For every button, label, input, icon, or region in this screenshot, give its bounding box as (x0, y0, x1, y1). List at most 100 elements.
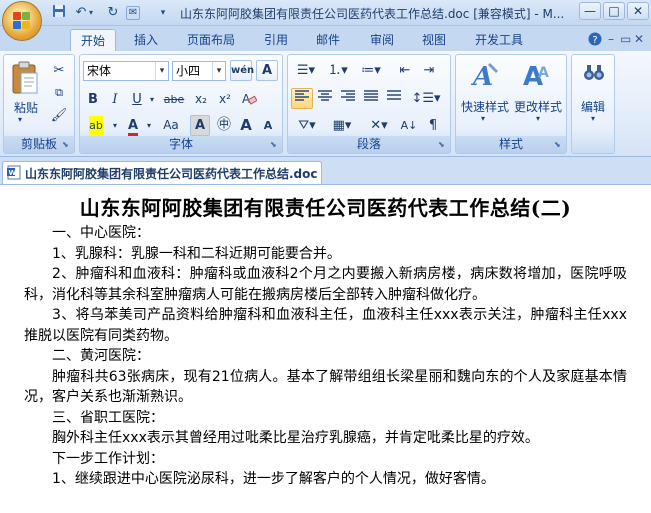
paragraph: 3、将乌苯美司产品资料给肿瘤科和血液科主任，血液科主任xxx表示关注，肿瘤科主任… (24, 307, 627, 344)
ribbon: 粘贴 ▾ ✂ ⧉ 🖌 剪贴板 ⬊ 宋体 ▾ 小四 ▾ wén A B I U ▾… (0, 51, 651, 157)
grow-font-button[interactable]: A (236, 115, 256, 136)
align-center-button[interactable] (314, 88, 336, 109)
mail-icon[interactable]: ✉ (126, 6, 140, 20)
decrease-indent-icon[interactable]: ⇤ (394, 60, 416, 81)
chinese-layout-icon[interactable]: ✕▾ (364, 115, 394, 136)
editing-group: 编辑 ▾ (571, 54, 615, 154)
font-launcher-icon[interactable]: ⬊ (270, 140, 280, 150)
numbering-icon[interactable]: ⒈▾ (323, 60, 353, 81)
paragraph: 2、肿瘤科和血液科：肿瘤科或血液科2个月之内要搬入新病房楼，病床数将增加，医院呼… (24, 266, 627, 303)
character-shading-button[interactable]: A (190, 115, 210, 136)
paste-dropdown-icon[interactable]: ▾ (18, 115, 22, 124)
ribbon-close-icon[interactable]: ✕ (634, 32, 644, 46)
tab-home[interactable]: 开始 (70, 29, 116, 51)
office-button[interactable] (2, 1, 42, 41)
paragraph: 三、省职工医院： (52, 409, 164, 426)
paragraph: 下一步工作计划： (52, 450, 164, 467)
tab-review[interactable]: 审阅 (362, 29, 402, 51)
paragraph: 二、黄河医院： (52, 348, 150, 364)
paste-label[interactable]: 粘贴 (14, 99, 38, 116)
paragraph: 肿瘤科共63张病床，现有21位病人。基本了解带组组长梁星丽和魏向东的个人及家庭基… (24, 368, 627, 406)
clipboard-group: 粘贴 ▾ ✂ ⧉ 🖌 剪贴板 ⬊ (3, 54, 75, 154)
subscript-button[interactable]: x₂ (190, 89, 212, 110)
ribbon-minimize-icon[interactable]: – (608, 32, 614, 46)
clear-formatting-icon[interactable]: A (238, 89, 260, 110)
change-styles-label[interactable]: 更改样式 (514, 98, 562, 115)
close-button[interactable]: ✕ (627, 2, 649, 20)
strikethrough-button[interactable]: abe (160, 89, 188, 110)
quick-styles-label[interactable]: 快速样式 (461, 98, 509, 115)
svg-text:W: W (9, 169, 17, 177)
maximize-button[interactable]: □ (603, 2, 625, 20)
change-case-button[interactable]: Aa (156, 115, 186, 136)
paste-icon[interactable] (10, 61, 40, 95)
chevron-down-icon[interactable]: ▾ (212, 62, 225, 80)
help-icon[interactable]: ? (588, 32, 602, 49)
styles-launcher-icon[interactable]: ⬊ (554, 140, 564, 150)
font-size-combo[interactable]: 小四 ▾ (172, 61, 226, 81)
line-spacing-icon[interactable]: ↕☰▾ (410, 88, 442, 109)
character-border-icon[interactable]: A (256, 60, 278, 81)
font-color-icon[interactable]: A (122, 115, 144, 136)
font-group: 宋体 ▾ 小四 ▾ wén A B I U ▾ abe x₂ x² A ab ▾… (79, 54, 283, 154)
window-title: 山东东阿阿胶集团有限责任公司医药代表工作总结.doc [兼容模式] - M... (180, 7, 565, 21)
font-name-value: 宋体 (87, 64, 112, 78)
highlight-color-icon[interactable]: ab (83, 115, 109, 138)
editing-label[interactable]: 编辑 (581, 98, 605, 115)
document-page[interactable]: 山东东阿阿胶集团有限责任公司医药代表工作总结(二) 一、中心医院： 1、乳腺科：… (0, 185, 651, 513)
svg-text:A: A (538, 65, 549, 81)
redo-icon[interactable]: ↻ (104, 4, 122, 22)
chevron-down-icon[interactable]: ▾ (144, 115, 154, 136)
increase-indent-icon[interactable]: ⇥ (418, 60, 440, 81)
multilevel-list-icon[interactable]: ≔▾ (355, 60, 387, 81)
paragraph: 一、中心医院： (52, 225, 150, 241)
enclose-characters-icon[interactable]: ㊥ (214, 115, 234, 136)
ribbon-tabs: 开始 插入 页面布局 引用 邮件 审阅 视图 开发工具 ? – ▭ ✕ (0, 26, 651, 51)
tab-insert[interactable]: 插入 (124, 29, 168, 51)
undo-dropdown-icon[interactable]: ▾ (86, 4, 96, 22)
chevron-down-icon[interactable]: ▾ (155, 62, 168, 80)
sort-icon[interactable]: A↓ (398, 115, 420, 136)
ribbon-restore-icon[interactable]: ▭ (620, 32, 631, 46)
word-document-icon: W (7, 165, 22, 180)
quick-styles-icon[interactable]: A (470, 59, 502, 92)
borders-icon[interactable]: ▦▾ (326, 115, 358, 136)
tab-mailings[interactable]: 邮件 (308, 29, 348, 51)
bullets-icon[interactable]: ☰▾ (291, 60, 321, 81)
chevron-down-icon[interactable]: ▾ (591, 114, 595, 123)
change-styles-icon[interactable]: AA (522, 59, 554, 92)
align-right-button[interactable] (337, 88, 359, 109)
document-tab[interactable]: W 山东东阿阿胶集团有限责任公司医药代表工作总结.doc (2, 161, 322, 184)
save-icon[interactable] (50, 4, 68, 22)
tab-view[interactable]: 视图 (414, 29, 454, 51)
paragraph: 胸外科主任xxx表示其曾经用过吡柔比星治疗乳腺癌，并肯定吡柔比星的疗效。 (52, 430, 539, 446)
tab-page-layout[interactable]: 页面布局 (180, 29, 242, 51)
cut-icon[interactable]: ✂ (48, 60, 70, 81)
tab-developer[interactable]: 开发工具 (466, 29, 532, 51)
chevron-down-icon[interactable]: ▾ (536, 114, 540, 123)
font-name-combo[interactable]: 宋体 ▾ (83, 61, 169, 81)
superscript-button[interactable]: x² (214, 89, 236, 110)
underline-button[interactable]: U (127, 89, 147, 110)
shrink-font-button[interactable]: A (258, 115, 278, 136)
minimize-button[interactable]: — (579, 2, 601, 20)
copy-icon[interactable]: ⧉ (48, 82, 70, 103)
italic-button[interactable]: I (105, 89, 125, 110)
customize-quick-access-icon[interactable]: ▾ (154, 4, 172, 22)
format-painter-icon[interactable]: 🖌 (48, 105, 70, 126)
justify-button[interactable] (360, 88, 382, 109)
clipboard-launcher-icon[interactable]: ⬊ (62, 140, 72, 150)
tab-references[interactable]: 引用 (256, 29, 296, 51)
binoculars-icon[interactable] (582, 61, 606, 85)
chevron-down-icon[interactable]: ▾ (110, 115, 120, 136)
chevron-down-icon[interactable]: ▾ (147, 89, 157, 110)
show-formatting-marks-icon[interactable]: ¶ (422, 115, 444, 136)
chevron-down-icon[interactable]: ▾ (481, 114, 485, 123)
align-left-button[interactable] (291, 88, 313, 109)
paragraph-launcher-icon[interactable]: ⬊ (438, 140, 448, 150)
distributed-button[interactable] (383, 88, 405, 109)
phonetic-guide-icon[interactable]: wén (230, 60, 254, 81)
title-bar: ↶ ▾ ↻ ✉ ▾ 山东东阿阿胶集团有限责任公司医药代表工作总结.doc [兼容… (0, 0, 651, 26)
bold-button[interactable]: B (83, 89, 103, 110)
shading-icon[interactable]: ⛛▾ (291, 115, 323, 136)
